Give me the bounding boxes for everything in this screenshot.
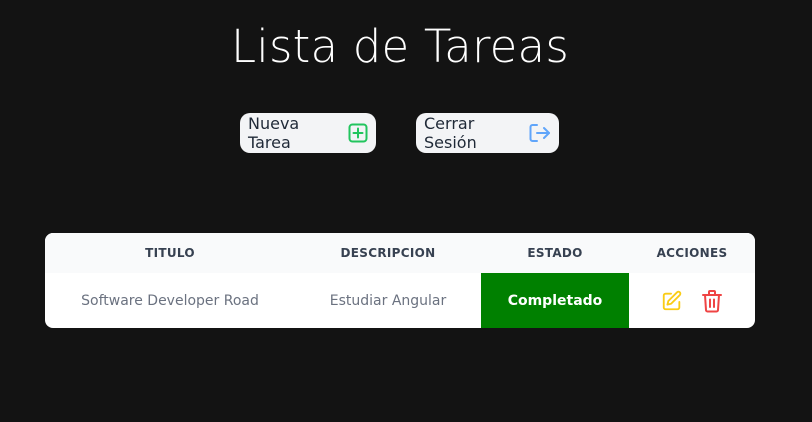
logout-arrow-icon — [529, 123, 551, 143]
table-header-row: TITULO DESCRIPCION ESTADO ACCIONES — [45, 233, 755, 273]
edit-icon[interactable] — [661, 290, 683, 312]
cell-titulo: Software Developer Road — [81, 292, 259, 309]
column-header-titulo: TITULO — [145, 246, 195, 260]
new-task-label: Nueva Tarea — [248, 114, 300, 152]
table-row: Software Developer Road Estudiar Angular… — [45, 273, 755, 328]
logout-label: Cerrar Sesión — [424, 114, 477, 152]
tasks-table: TITULO DESCRIPCION ESTADO ACCIONES Softw… — [45, 233, 755, 328]
cell-descripcion: Estudiar Angular — [329, 292, 447, 309]
logout-button[interactable]: Cerrar Sesión — [416, 113, 559, 153]
column-header-acciones: ACCIONES — [656, 246, 728, 260]
cell-acciones — [629, 273, 755, 328]
page-title: Lista de Tareas — [231, 20, 569, 73]
new-task-button[interactable]: Nueva Tarea — [240, 113, 376, 153]
page: Lista de Tareas Nueva Tarea Cerrar Sesió… — [0, 0, 812, 422]
column-header-estado: ESTADO — [527, 246, 583, 260]
column-header-descripcion: DESCRIPCION — [340, 246, 436, 260]
status-badge: Completado — [481, 273, 629, 328]
trash-icon[interactable] — [701, 289, 723, 313]
plus-square-icon — [348, 123, 368, 143]
